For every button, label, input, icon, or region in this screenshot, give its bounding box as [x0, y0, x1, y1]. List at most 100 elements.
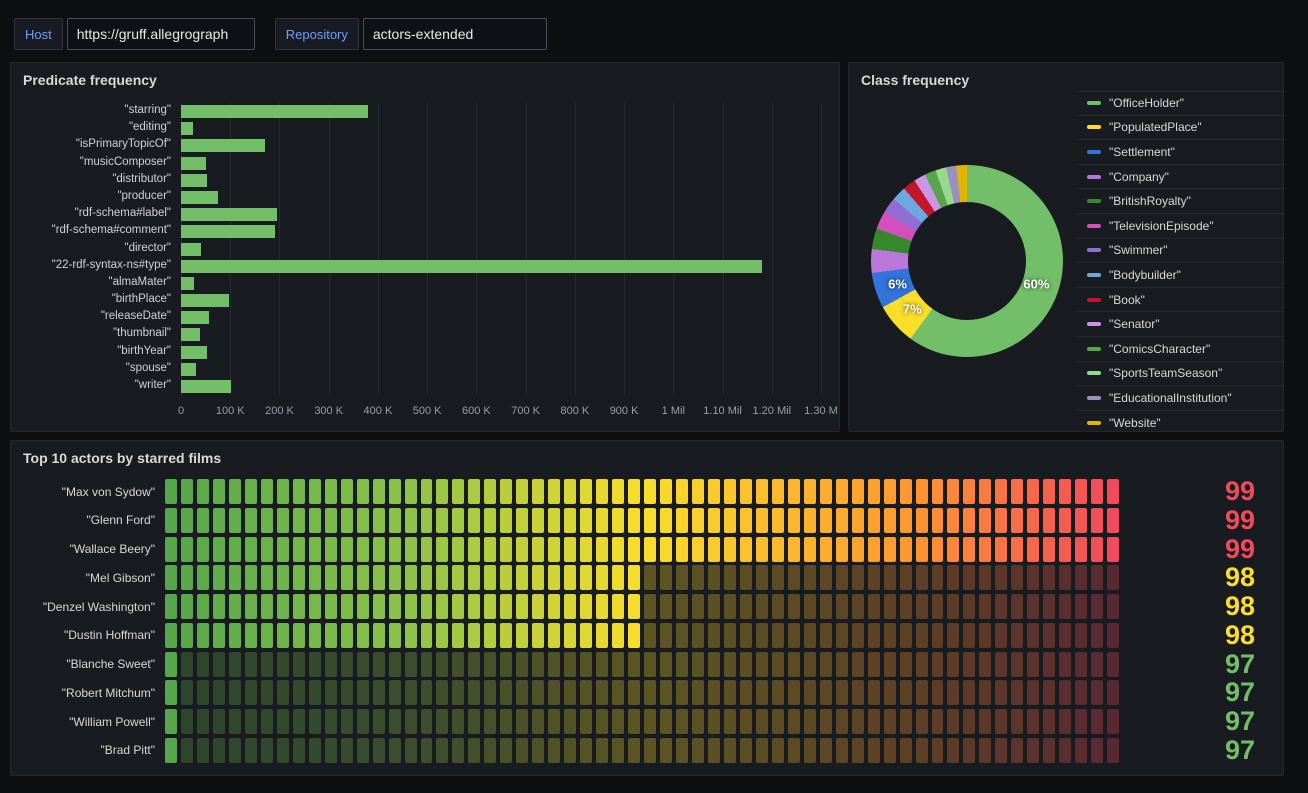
gauge-cell [452, 565, 464, 590]
gauge-cell [804, 623, 816, 648]
panel-title[interactable]: Predicate frequency [11, 63, 839, 97]
gauge-cell [676, 565, 688, 590]
predicate-bar[interactable] [181, 139, 265, 152]
predicate-bar[interactable] [181, 363, 196, 376]
legend-item[interactable]: "Company" [1077, 165, 1283, 190]
actor-bar-gauge[interactable] [165, 479, 1119, 504]
gauge-cell [708, 680, 720, 705]
actor-bar-gauge[interactable] [165, 565, 1119, 590]
actor-label: "Max von Sydow" [33, 485, 165, 499]
gauge-cell [405, 652, 417, 677]
gauge-cell [389, 479, 401, 504]
legend-item[interactable]: "PopulatedPlace" [1077, 116, 1283, 141]
gauge-cell [612, 537, 624, 562]
actor-bar-gauge[interactable] [165, 680, 1119, 705]
gauge-cell [421, 623, 433, 648]
actor-gauge-row: "William Powell"97 [33, 709, 1269, 734]
legend-item[interactable]: "SportsTeamSeason" [1077, 362, 1283, 387]
predicate-bar[interactable] [181, 243, 201, 256]
gauge-cell [868, 537, 880, 562]
actor-value: 97 [1119, 708, 1269, 735]
gauge-cell [724, 652, 736, 677]
gauge-cell [1107, 709, 1119, 734]
actor-value: 98 [1119, 622, 1269, 649]
gauge-cell [1059, 565, 1071, 590]
host-input[interactable] [67, 18, 255, 50]
gauge-cell [277, 565, 289, 590]
legend-label: "Settlement" [1109, 145, 1175, 159]
gauge-cell [820, 479, 832, 504]
predicate-bar[interactable] [181, 174, 207, 187]
actor-bar-gauge[interactable] [165, 652, 1119, 677]
legend-label: "Senator" [1109, 317, 1160, 331]
gauge-cell [596, 709, 608, 734]
gauge-cell [804, 652, 816, 677]
predicate-bar[interactable] [181, 311, 209, 324]
actor-bar-gauge[interactable] [165, 508, 1119, 533]
gauge-cell [261, 738, 273, 763]
actor-bar-gauge[interactable] [165, 738, 1119, 763]
predicate-bar[interactable] [181, 328, 200, 341]
gauge-cell [628, 565, 640, 590]
host-field: Host [14, 18, 255, 50]
gauge-cell [277, 738, 289, 763]
gauge-cell [580, 565, 592, 590]
legend-item[interactable]: "TelevisionEpisode" [1077, 214, 1283, 239]
repository-input[interactable] [363, 18, 547, 50]
legend-item[interactable]: "Website" [1077, 411, 1283, 431]
actor-bar-gauge[interactable] [165, 623, 1119, 648]
gauge-cell [884, 565, 896, 590]
panel-title[interactable]: Top 10 actors by starred films [11, 441, 1283, 475]
gauge-cell [389, 680, 401, 705]
gauge-cell [612, 479, 624, 504]
gauge-cell [868, 565, 880, 590]
x-tick-label: 100 K [216, 405, 245, 417]
gauge-cell [389, 537, 401, 562]
gauge-cell [341, 508, 353, 533]
gauge-cell [373, 623, 385, 648]
gauge-cell [1059, 680, 1071, 705]
gauge-cell [1091, 565, 1103, 590]
actor-bar-gauge[interactable] [165, 537, 1119, 562]
predicate-bar[interactable] [181, 294, 229, 307]
predicate-bar[interactable] [181, 346, 207, 359]
predicate-bar[interactable] [181, 105, 368, 118]
gauge-cell [436, 508, 448, 533]
legend-item[interactable]: "OfficeHolder" [1077, 91, 1283, 116]
gauge-cell [628, 479, 640, 504]
predicate-bar[interactable] [181, 260, 762, 273]
legend-item[interactable]: "ComicsCharacter" [1077, 337, 1283, 362]
predicate-bar[interactable] [181, 208, 277, 221]
gauge-cell [261, 479, 273, 504]
legend-item[interactable]: "Settlement" [1077, 140, 1283, 165]
gauge-cell [932, 565, 944, 590]
gauge-cell [1075, 537, 1087, 562]
legend-item[interactable]: "Book" [1077, 288, 1283, 313]
legend-item[interactable]: "Senator" [1077, 312, 1283, 337]
actor-bar-gauge[interactable] [165, 709, 1119, 734]
legend-item[interactable]: "Bodybuilder" [1077, 263, 1283, 288]
gauge-cell [1091, 680, 1103, 705]
gauge-cell [405, 479, 417, 504]
gauge-cell [836, 680, 848, 705]
legend-item[interactable]: "Swimmer" [1077, 239, 1283, 264]
gauge-cell [1059, 709, 1071, 734]
predicate-bar[interactable] [181, 277, 194, 290]
predicate-bar[interactable] [181, 191, 218, 204]
predicate-bar[interactable] [181, 122, 193, 135]
class-donut-chart[interactable]: 60%7%6% [871, 165, 1063, 357]
legend-item[interactable]: "EducationalInstitution" [1077, 386, 1283, 411]
gauge-cell [197, 738, 209, 763]
actor-bar-gauge[interactable] [165, 594, 1119, 619]
predicate-bar[interactable] [181, 380, 231, 393]
legend-item[interactable]: "BritishRoyalty" [1077, 189, 1283, 214]
gauge-cell [724, 623, 736, 648]
actor-value: 99 [1119, 478, 1269, 505]
predicate-bar[interactable] [181, 225, 275, 238]
gauge-cell [516, 623, 528, 648]
predicate-bar[interactable] [181, 157, 206, 170]
gauge-cell [309, 738, 321, 763]
gauge-cell [421, 594, 433, 619]
predicate-bar-track [181, 174, 821, 187]
gauge-cell [740, 623, 752, 648]
